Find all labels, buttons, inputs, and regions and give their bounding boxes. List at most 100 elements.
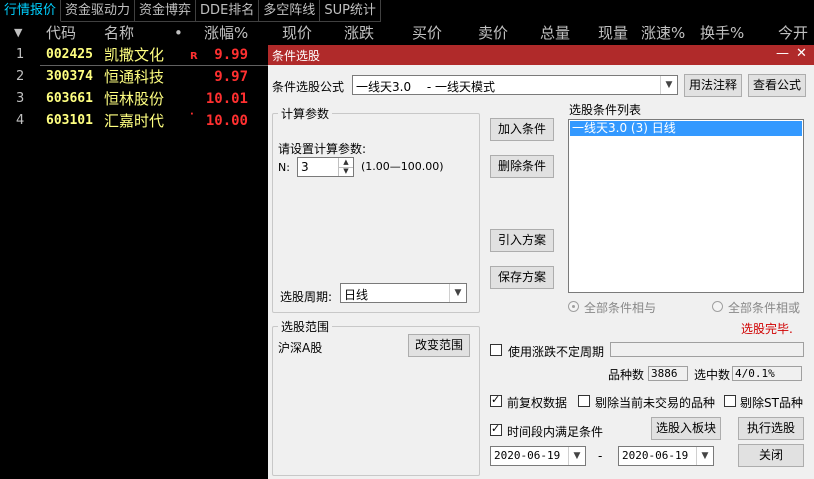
- col-dot: •: [174, 24, 183, 42]
- calc-params-title: 计算参数: [278, 105, 333, 122]
- stock-name: 凯撒文化: [104, 46, 165, 64]
- view-formula-button[interactable]: 查看公式: [748, 74, 806, 97]
- table-row[interactable]: 2 300374 恒通科技 9.97: [0, 66, 270, 88]
- radio-all-or-label: 全部条件相或: [728, 301, 801, 315]
- execute-button[interactable]: 执行选股: [738, 417, 804, 440]
- period-condition-checkbox[interactable]: [490, 422, 502, 436]
- radio-all-and-label: 全部条件相与: [584, 301, 657, 315]
- add-condition-button[interactable]: 加入条件: [490, 118, 554, 141]
- table-row[interactable]: 3 603661 恒林股份 10.01: [0, 88, 270, 110]
- prerights-label: 前复权数据: [507, 396, 568, 410]
- tab-long-short[interactable]: 多空阵线: [259, 0, 321, 22]
- chevron-down-icon[interactable]: ▼: [568, 447, 585, 465]
- count-label: 品种数: [608, 368, 645, 382]
- usage-notes-button[interactable]: 用法注释: [684, 74, 742, 97]
- row-index: 1: [16, 47, 25, 62]
- dialog-title: 条件选股: [272, 49, 321, 63]
- param-n-label: N:: [278, 161, 290, 174]
- change-pct: 10.00: [205, 113, 248, 129]
- tab-bar: 行情报价 资金驱动力 资金博弈 DDE排名 多空阵线 SUP统计: [0, 0, 381, 22]
- row-index: 4: [16, 113, 25, 128]
- dialog-titlebar[interactable]: 条件选股 — ✕: [268, 45, 814, 65]
- radio-all-or[interactable]: [712, 301, 723, 312]
- col-name[interactable]: 名称: [104, 22, 134, 44]
- uncertain-period-checkbox[interactable]: [490, 344, 502, 356]
- close-button[interactable]: 关闭: [738, 444, 804, 467]
- stock-name: 汇嘉时代: [104, 112, 165, 130]
- date-separator: -: [598, 449, 603, 463]
- list-item[interactable]: 一线天3.0 (3) 日线: [570, 121, 802, 136]
- col-speed[interactable]: 涨速%: [641, 22, 685, 44]
- change-pct: 10.01: [205, 91, 248, 107]
- stock-code: 300374: [46, 69, 93, 84]
- stock-code: 603101: [46, 113, 93, 128]
- period-label: 选股周期:: [280, 290, 333, 304]
- uncertain-period-label: 使用涨跌不定周期: [508, 345, 605, 359]
- tab-capital-drive[interactable]: 资金驱动力: [61, 0, 136, 22]
- to-board-button[interactable]: 选股入板块: [651, 417, 721, 440]
- hit-value: 4/0.1%: [732, 366, 802, 381]
- date-to-picker[interactable]: 2020-06-19 ▼: [618, 446, 714, 466]
- col-turnover[interactable]: 换手%: [700, 22, 744, 44]
- column-header: ▼ 代码 名称 • 涨幅% 现价 涨跌 买价 卖价 总量 现量 涨速% 换手% …: [0, 22, 814, 44]
- date-from-value: 2020-06-19: [494, 449, 561, 462]
- prerights-checkbox[interactable]: [490, 393, 502, 407]
- condition-list[interactable]: 一线天3.0 (3) 日线: [568, 119, 804, 293]
- close-icon[interactable]: ✕: [796, 46, 807, 61]
- tab-sup-stats[interactable]: SUP统计: [320, 0, 381, 22]
- param-range: (1.00—100.00): [361, 160, 444, 173]
- formula-select[interactable]: 一线天3.0 - 一线天模式 ▼: [352, 75, 678, 95]
- save-plan-button[interactable]: 保存方案: [490, 266, 554, 289]
- row-index: 2: [16, 69, 25, 84]
- col-open[interactable]: 今开: [778, 22, 808, 44]
- chevron-down-icon[interactable]: ▼: [449, 284, 466, 302]
- table-row[interactable]: 1 002425 凯撒文化 R 9.99: [0, 44, 270, 66]
- exclude-st-checkbox[interactable]: [724, 395, 736, 407]
- import-plan-button[interactable]: 引入方案: [490, 229, 554, 252]
- stock-name: 恒通科技: [104, 68, 165, 86]
- hit-label: 选中数: [694, 368, 731, 382]
- col-cur-volume[interactable]: 现量: [598, 22, 628, 44]
- period-condition-label: 时间段内满足条件: [507, 425, 604, 439]
- date-to-value: 2020-06-19: [622, 449, 689, 462]
- chevron-down-icon[interactable]: ▼: [660, 76, 677, 94]
- delete-condition-button[interactable]: 删除条件: [490, 155, 554, 178]
- col-change-pct[interactable]: 涨幅%: [204, 22, 248, 44]
- radio-all-and[interactable]: [568, 301, 579, 312]
- col-code[interactable]: 代码: [46, 22, 76, 44]
- condition-stock-picker-dialog: 条件选股 — ✕ 条件选股公式 一线天3.0 - 一线天模式 ▼ 用法注释 查看…: [268, 45, 814, 479]
- col-bid[interactable]: 买价: [412, 22, 442, 44]
- exclude-nontrade-label: 剔除当前未交易的品种: [595, 396, 716, 410]
- range-group-title: 选股范围: [278, 318, 333, 335]
- formula-value: 一线天3.0 - 一线天模式: [356, 80, 496, 94]
- table-row[interactable]: 4 603101 汇嘉时代 · 10.00: [0, 109, 270, 132]
- tab-dde-rank[interactable]: DDE排名: [196, 0, 260, 22]
- param-prompt: 请设置计算参数:: [278, 142, 367, 156]
- condition-list-label: 选股条件列表: [569, 103, 642, 117]
- param-n-stepper[interactable]: 3 ▲ ▼: [297, 157, 354, 177]
- exclude-st-label: 剔除ST品种: [740, 396, 803, 410]
- range-value: 沪深A股: [278, 341, 323, 355]
- change-range-button[interactable]: 改变范围: [408, 334, 470, 357]
- col-change[interactable]: 涨跌: [344, 22, 374, 44]
- tab-quotes[interactable]: 行情报价: [0, 0, 62, 22]
- stepper-down-icon[interactable]: ▼: [338, 167, 353, 176]
- minimize-icon[interactable]: —: [776, 46, 789, 61]
- chevron-down-icon[interactable]: ▼: [696, 447, 713, 465]
- period-value: 日线: [344, 288, 369, 302]
- margin-flag: ·: [190, 109, 194, 120]
- uncertain-period-field: [610, 342, 804, 357]
- sort-icon[interactable]: ▼: [14, 22, 22, 44]
- tab-capital-game[interactable]: 资金博弈: [135, 0, 197, 22]
- change-pct: 9.97: [214, 69, 248, 85]
- col-ask[interactable]: 卖价: [478, 22, 508, 44]
- col-volume[interactable]: 总量: [540, 22, 570, 44]
- period-select[interactable]: 日线 ▼: [340, 283, 467, 303]
- status-text: 选股完毕.: [741, 322, 793, 336]
- col-price[interactable]: 现价: [282, 22, 312, 44]
- exclude-nontrade-checkbox[interactable]: [578, 395, 590, 407]
- stock-code: 603661: [46, 91, 93, 106]
- param-n-value: 3: [301, 160, 309, 174]
- count-value: 3886: [648, 366, 688, 381]
- date-from-picker[interactable]: 2020-06-19 ▼: [490, 446, 586, 466]
